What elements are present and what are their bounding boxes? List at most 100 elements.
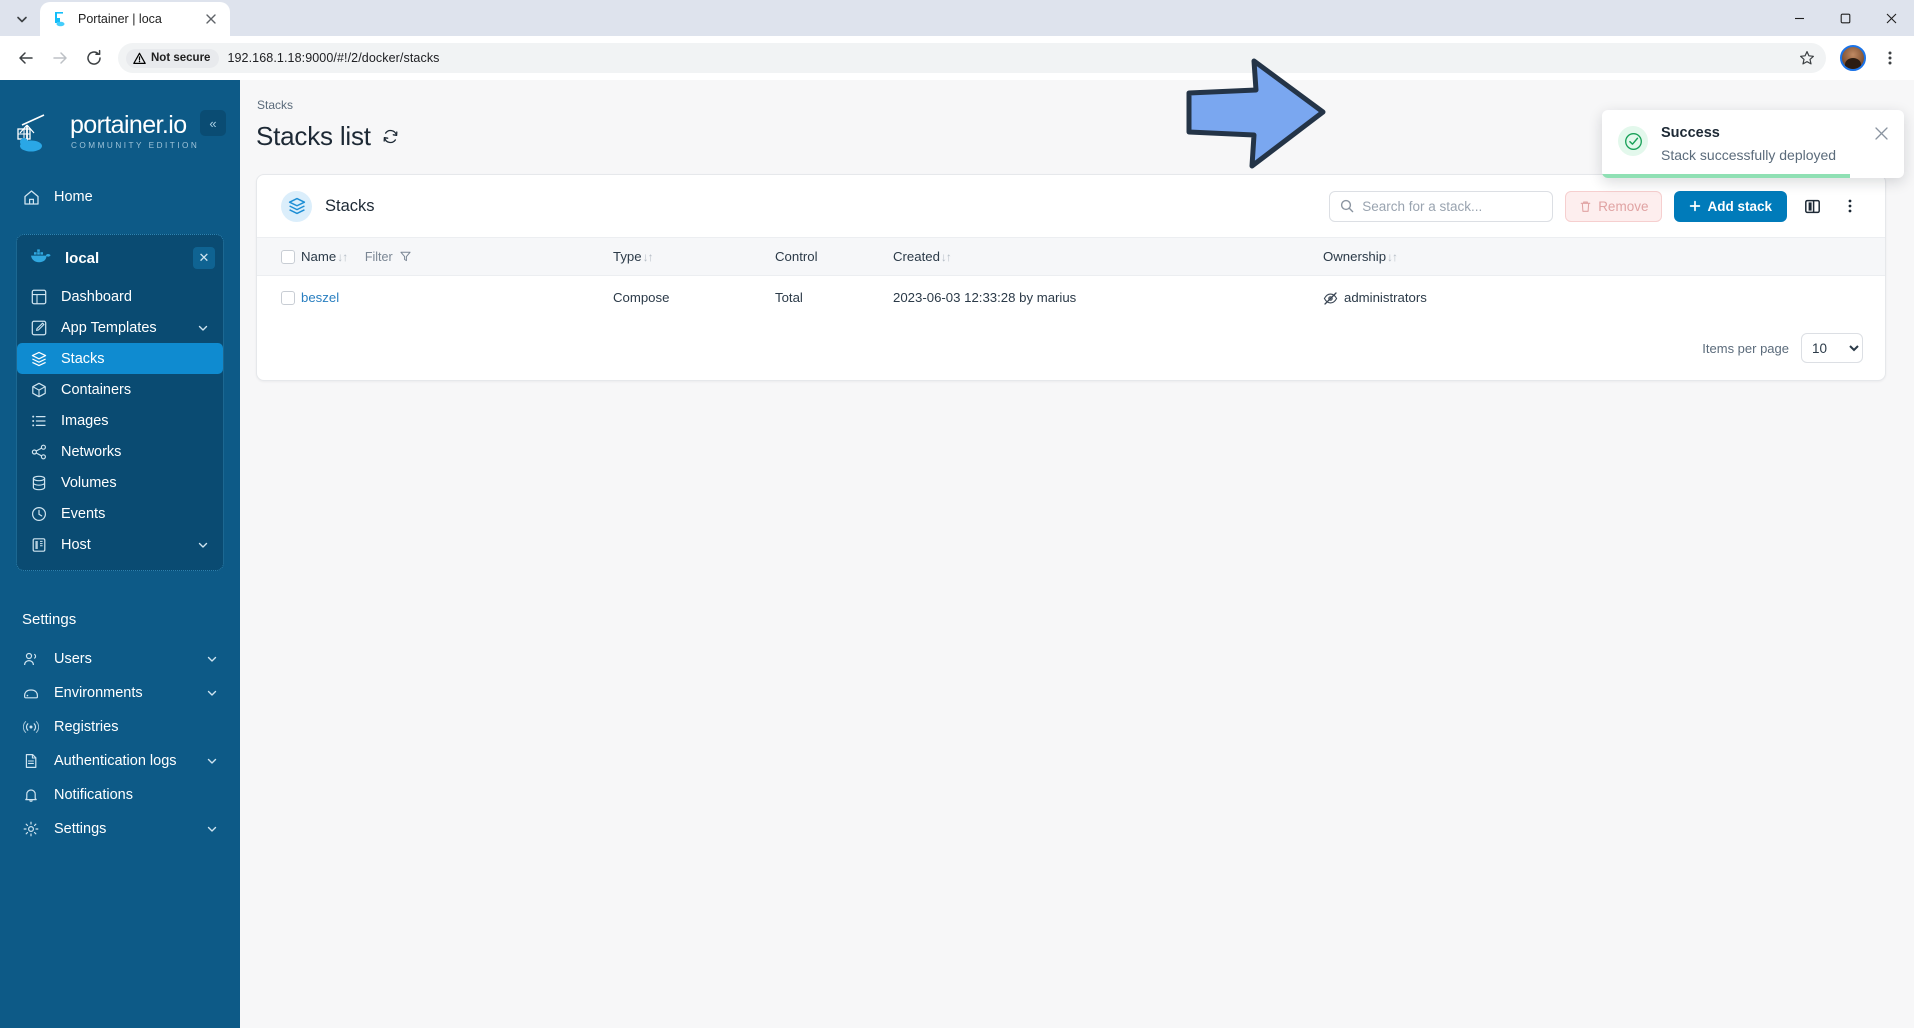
sort-icon[interactable]: ↓↑ (643, 250, 654, 264)
sidebar-item-images[interactable]: Images (17, 405, 223, 436)
sidebar-item-authentication-logs[interactable]: Authentication logs (0, 744, 240, 778)
page-title: Stacks list (256, 121, 371, 151)
maximize-icon (1840, 13, 1850, 23)
refresh-icon[interactable] (382, 128, 399, 145)
column-header-created-label: Created (893, 249, 940, 264)
tab-close-button[interactable] (201, 9, 221, 29)
sidebar-item-settings[interactable]: Settings (0, 812, 240, 846)
card-more-menu-button[interactable] (1837, 193, 1863, 219)
environment-header[interactable]: local ✕ (17, 241, 223, 275)
sort-icon[interactable]: ↓↑ (337, 250, 348, 264)
sidebar-item-volumes[interactable]: Volumes (17, 467, 223, 498)
sidebar-item-events[interactable]: Events (17, 498, 223, 529)
column-header-control-label: Control (775, 249, 818, 264)
row-select-cell (257, 276, 301, 320)
portainer-crane-logo (14, 109, 60, 155)
toast-close-button[interactable] (1874, 126, 1890, 142)
items-per-page-label: Items per page (1702, 340, 1789, 356)
cell-type: Compose (613, 290, 670, 305)
sort-icon[interactable]: ↓↑ (941, 250, 952, 264)
stack-name-link[interactable]: beszel (301, 290, 339, 305)
name-filter-label[interactable]: Filter (365, 250, 393, 264)
toast-progress-bar (1602, 174, 1850, 178)
forward-button[interactable] (44, 42, 76, 74)
items-per-page-select[interactable]: 10 (1801, 333, 1863, 363)
cell-control: Total (775, 290, 803, 305)
sidebar-item-environments[interactable]: Environments (0, 676, 240, 710)
sidebar-collapse-button[interactable]: « (200, 110, 226, 136)
chevron-down-icon[interactable] (206, 755, 218, 767)
address-bar[interactable]: Not secure 192.168.1.18:9000/#!/2/docker… (118, 43, 1826, 73)
host-server-icon (30, 536, 48, 554)
volumes-database-icon (30, 474, 48, 492)
sidebar-item-app-templates[interactable]: App Templates (17, 312, 223, 343)
templates-edit-icon (30, 319, 48, 337)
window-controls (1776, 0, 1914, 36)
column-header-created[interactable]: Created↓↑ (893, 238, 1323, 276)
chevron-down-icon[interactable] (197, 539, 209, 551)
back-button[interactable] (10, 42, 42, 74)
sort-icon[interactable]: ↓↑ (1387, 250, 1398, 264)
add-stack-button[interactable]: Add stack (1674, 190, 1787, 222)
toast-title: Success (1661, 125, 1720, 141)
cell-created: 2023-06-03 12:33:28 by marius (893, 290, 1077, 305)
environments-icon (22, 684, 40, 702)
sidebar-item-dashboard[interactable]: Dashboard (17, 281, 223, 312)
table-row[interactable]: beszel Compose Total 2023-06-03 12:33:28… (257, 276, 1885, 320)
columns-layout-button[interactable] (1799, 193, 1825, 219)
window-maximize-button[interactable] (1822, 0, 1868, 36)
environment-block: local ✕ Dashboard App Templates Stacks C… (16, 234, 224, 571)
warning-triangle-icon (133, 52, 146, 64)
sidebar-item-networks[interactable]: Networks (17, 436, 223, 467)
column-header-ownership[interactable]: Ownership↓↑ (1323, 238, 1885, 276)
sidebar-item-host[interactable]: Host (17, 529, 223, 560)
toast-message: Stack successfully deployed (1661, 147, 1837, 163)
sidebar-item-home[interactable]: Home (0, 180, 240, 214)
browser-tab[interactable]: Portainer | loca (40, 2, 230, 36)
chevron-down-icon[interactable] (206, 823, 218, 835)
settings-gear-icon (22, 820, 40, 838)
sidebar-item-containers[interactable]: Containers (17, 374, 223, 405)
filter-funnel-icon[interactable] (400, 250, 411, 262)
column-header-type[interactable]: Type↓↑ (613, 238, 775, 276)
browser-menu-button[interactable] (1876, 44, 1904, 72)
column-header-name[interactable]: Name↓↑ Filter (301, 238, 613, 276)
select-all-checkbox[interactable] (281, 249, 295, 264)
sidebar-item-label: Events (61, 505, 106, 522)
close-icon (206, 14, 216, 24)
window-close-button[interactable] (1868, 0, 1914, 36)
close-icon (1875, 127, 1888, 140)
registries-broadcast-icon (22, 718, 40, 736)
card-toolbar: Stacks Remove (257, 175, 1885, 237)
chevron-down-icon[interactable] (206, 687, 218, 699)
search-box[interactable] (1329, 190, 1554, 222)
three-dot-menu-icon (1888, 51, 1892, 65)
bookmark-star-icon (1800, 51, 1814, 65)
environment-close-button[interactable]: ✕ (193, 247, 215, 269)
reload-button[interactable] (78, 42, 110, 74)
sidebar-item-notifications[interactable]: Notifications (0, 778, 240, 812)
notifications-bell-icon (22, 786, 40, 804)
row-checkbox[interactable] (281, 290, 295, 305)
sidebar-item-stacks[interactable]: Stacks (17, 343, 223, 374)
sidebar-item-label: Users (54, 651, 92, 667)
chevron-down-icon[interactable] (197, 322, 209, 334)
tab-title: Portainer | loca (78, 12, 162, 26)
cell-ownership: administrators (1323, 276, 1885, 320)
sidebar: portainer.io COMMUNITY EDITION « Home lo… (0, 80, 240, 1028)
chevron-down-icon[interactable] (206, 653, 218, 665)
search-input[interactable] (1362, 198, 1543, 214)
profile-avatar[interactable] (1840, 45, 1866, 71)
sidebar-item-users[interactable]: Users (0, 642, 240, 676)
remove-button[interactable]: Remove (1565, 190, 1663, 222)
security-indicator[interactable]: Not secure (126, 48, 220, 68)
security-label: Not secure (151, 52, 211, 64)
tab-search-button[interactable] (4, 4, 40, 34)
sidebar-item-registries[interactable]: Registries (0, 710, 240, 744)
ownership-label: administrators (1344, 290, 1427, 305)
remove-button-label: Remove (1598, 198, 1649, 214)
sidebar-item-label: Volumes (61, 474, 117, 491)
three-dot-menu-icon (1848, 199, 1852, 213)
window-minimize-button[interactable] (1776, 0, 1822, 36)
bookmark-button[interactable] (1794, 45, 1820, 71)
